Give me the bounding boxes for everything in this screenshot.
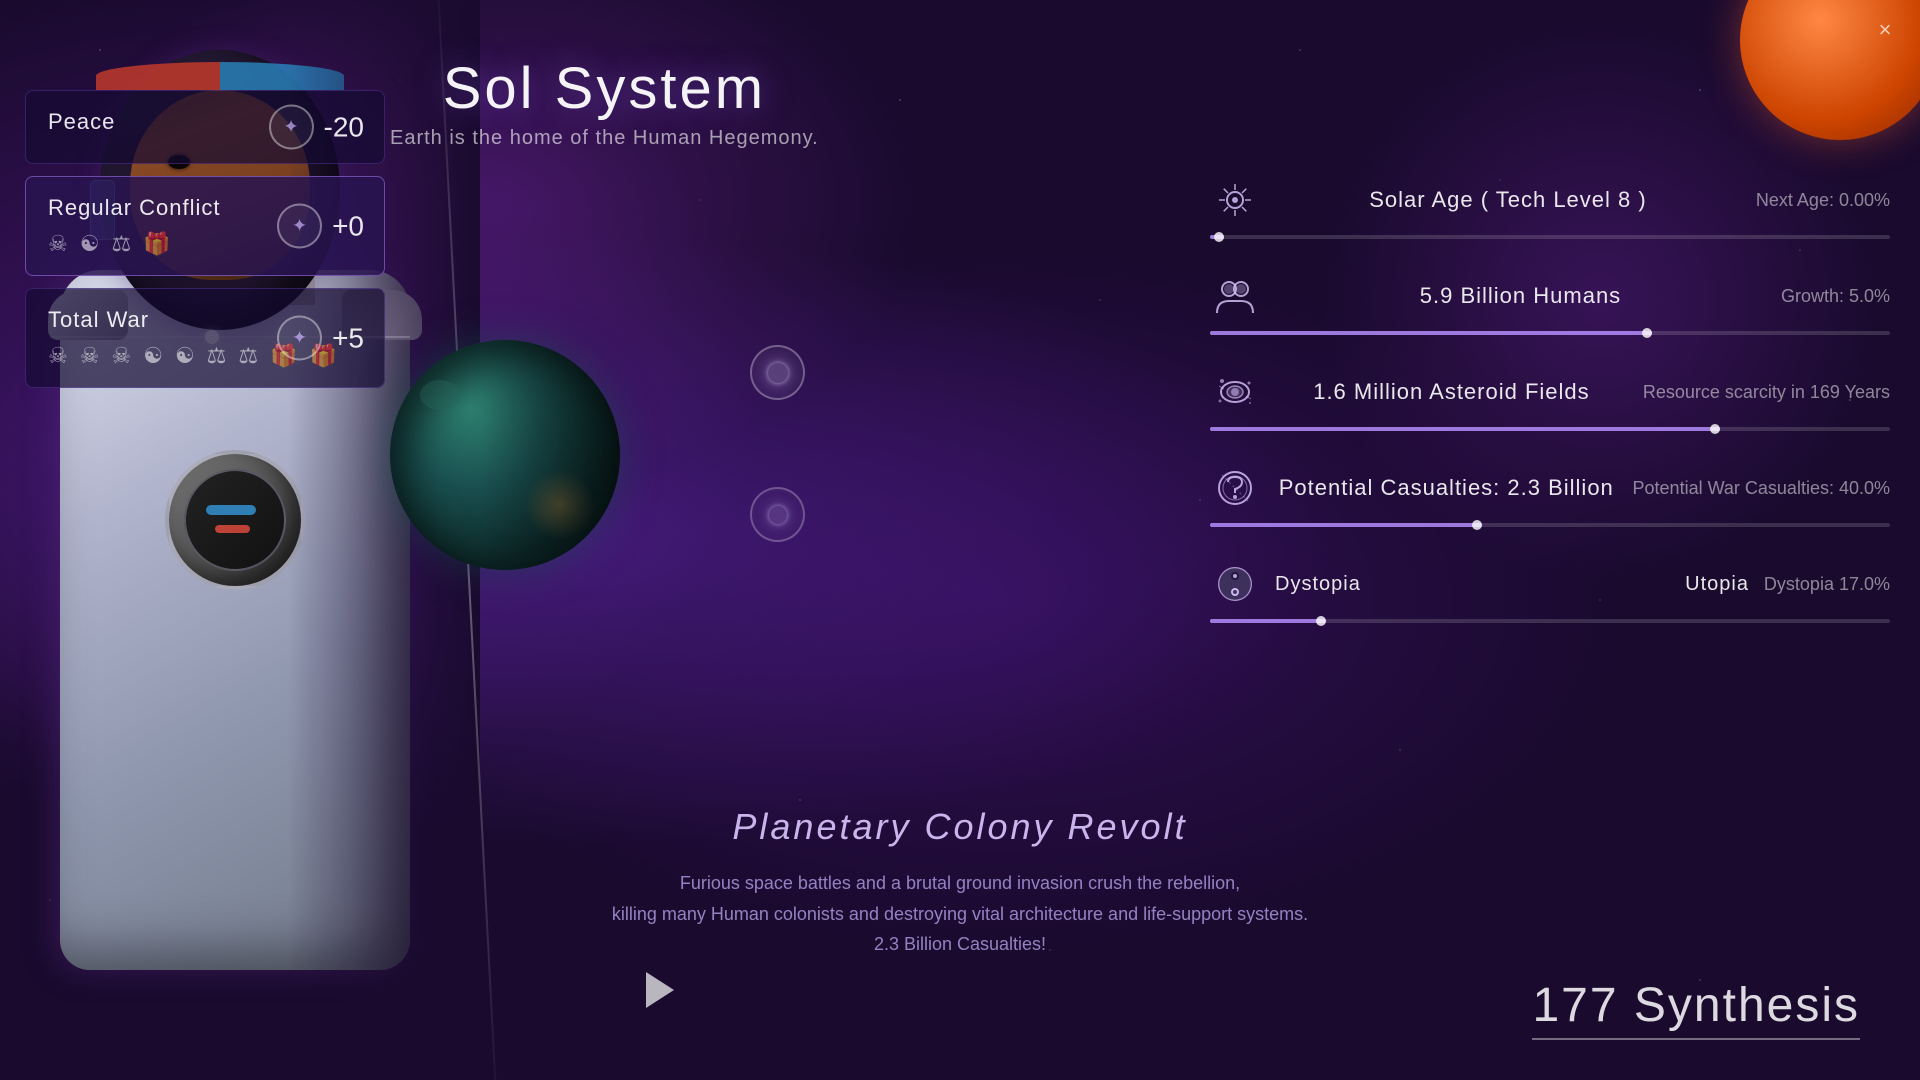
tech-bar-fill [1210,235,1224,239]
yin-yang-tw-2: ☯ [175,343,195,369]
casualties-bar-container [1210,523,1890,527]
yin-yang-icon: ☯ [80,231,100,257]
utopia-label: Utopia [1512,573,1749,596]
yin-yang-tw-1: ☯ [143,343,163,369]
peace-option[interactable]: Peace -20 [25,90,385,164]
dystopia-stat-header: Dystopia Utopia Dystopia 17.0% [1210,559,1890,609]
population-label: 5.9 Billion Humans [1275,283,1766,309]
total-war-score-area: +5 [277,316,364,361]
synthesis-section: 177 Synthesis [1532,978,1860,1040]
total-war-dots [277,316,322,361]
skull-icon-tw-2: ☠ [80,343,100,369]
dystopia-bar-container [1210,619,1890,623]
population-bar-marker [1642,328,1652,338]
synthesis-label: 177 Synthesis [1532,978,1860,1033]
casualties-stat-row: Potential Casualties: 2.3 Billion Potent… [1210,463,1890,527]
tech-detail: Next Age: 0.00% [1756,190,1890,211]
tech-stat-header: Solar Age ( Tech Level 8 ) Next Age: 0.0… [1210,175,1890,225]
population-icon [1210,271,1260,321]
dystopia-detail: Dystopia 17.0% [1764,574,1890,595]
scale-icon: ⚖ [111,231,131,257]
stats-panel: Solar Age ( Tech Level 8 ) Next Age: 0.0… [1210,175,1890,655]
casualties-bar [1210,523,1890,527]
war-options-panel: Peace -20 Regular Conflict ☠ ☯ ⚖ 🎁 +0 To… [25,90,385,388]
conflict-score-area: +0 [277,204,364,249]
next-triangle-icon [646,972,674,1008]
dystopia-stat-row: Dystopia Utopia Dystopia 17.0% [1210,559,1890,623]
conflict-dots [277,204,322,249]
system-header: Sol System Earth is the home of the Huma… [390,55,819,150]
casualties-label: Potential Casualties: 2.3 Billion [1275,475,1618,501]
asteroid-bar-fill [1210,427,1720,431]
skull-icon-tw-3: ☠ [111,343,131,369]
tech-bar [1210,235,1890,239]
peace-score-area: -20 [269,105,364,150]
asteroid-bar-marker [1710,424,1720,434]
peace-dots [269,105,314,150]
dystopia-label: Dystopia [1275,573,1512,596]
asteroid-bar [1210,427,1890,431]
asteroid-icon [1210,367,1260,417]
tech-bar-marker [1214,232,1224,242]
peace-score-value: -20 [324,111,364,143]
scale-tw-2: ⚖ [238,343,258,369]
event-description: Furious space battles and a brutal groun… [560,868,1360,960]
casualties-icon [1210,463,1260,513]
skull-icon-1: ☠ [48,231,68,257]
asteroid-label: 1.6 Million Asteroid Fields [1275,379,1628,405]
event-section: Planetary Colony Revolt Furious space ba… [200,806,1720,960]
population-bar-container [1210,331,1890,335]
next-button[interactable] [635,965,685,1015]
dystopia-bar [1210,619,1890,623]
total-war-score-value: +5 [332,322,364,354]
population-detail: Growth: 5.0% [1781,286,1890,307]
dystopia-icon [1210,559,1260,609]
dystopia-bar-fill [1210,619,1326,623]
regular-conflict-option[interactable]: Regular Conflict ☠ ☯ ⚖ 🎁 +0 [25,176,385,276]
casualties-detail: Potential War Casualties: 40.0% [1633,478,1890,499]
scale-tw-1: ⚖ [207,343,227,369]
system-subtitle: Earth is the home of the Human Hegemony. [390,127,819,150]
population-stat-header: 5.9 Billion Humans Growth: 5.0% [1210,271,1890,321]
casualties-stat-header: Potential Casualties: 2.3 Billion Potent… [1210,463,1890,513]
system-title: Sol System [390,55,819,122]
asteroid-bar-container [1210,427,1890,431]
asteroid-detail: Resource scarcity in 169 Years [1643,382,1890,403]
event-title: Planetary Colony Revolt [200,806,1720,848]
tech-bar-container [1210,235,1890,239]
population-bar-fill [1210,331,1652,335]
close-button[interactable]: × [1870,15,1900,45]
asteroid-stat-header: 1.6 Million Asteroid Fields Resource sca… [1210,367,1890,417]
tech-icon [1210,175,1260,225]
tech-stat-row: Solar Age ( Tech Level 8 ) Next Age: 0.0… [1210,175,1890,239]
total-war-option[interactable]: Total War ☠ ☠ ☠ ☯ ☯ ⚖ ⚖ 🎁 🎁 +5 [25,288,385,388]
conflict-score-value: +0 [332,210,364,242]
skull-icon-tw-1: ☠ [48,343,68,369]
synthesis-underline [1532,1038,1860,1040]
gift-icon: 🎁 [143,231,170,257]
casualties-bar-marker [1472,520,1482,530]
population-stat-row: 5.9 Billion Humans Growth: 5.0% [1210,271,1890,335]
glow-dot-conflict [750,345,805,400]
glow-dot-war [750,487,805,542]
population-bar [1210,331,1890,335]
casualties-bar-fill [1210,523,1482,527]
dystopia-bar-marker [1316,616,1326,626]
asteroid-stat-row: 1.6 Million Asteroid Fields Resource sca… [1210,367,1890,431]
tech-label: Solar Age ( Tech Level 8 ) [1275,187,1741,213]
